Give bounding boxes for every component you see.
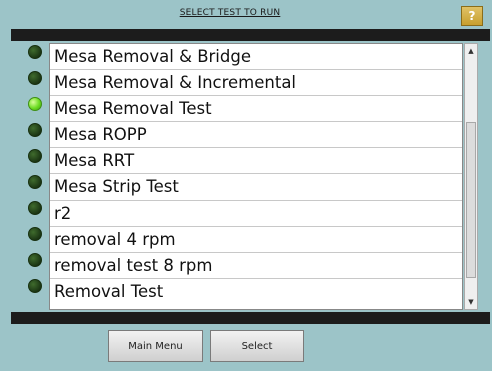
list-item[interactable]: removal 4 rpm [50, 227, 462, 253]
bottom-divider-bar [11, 312, 490, 324]
status-led-icon [28, 71, 42, 85]
list-item[interactable]: Mesa Removal & Bridge [50, 44, 462, 71]
scroll-thumb[interactable] [466, 122, 476, 278]
scroll-down-arrow-icon[interactable]: ▼ [466, 297, 476, 307]
status-led-icon [28, 279, 42, 293]
status-led-icon [28, 149, 42, 163]
status-led-icon [28, 227, 42, 241]
select-button[interactable]: Select [210, 330, 304, 362]
top-divider-bar [11, 29, 490, 41]
status-led-icon [28, 253, 42, 267]
main-menu-button[interactable]: Main Menu [108, 330, 203, 362]
list-item[interactable]: removal test 8 rpm [50, 253, 462, 279]
status-led-icon [28, 123, 42, 137]
status-led-icon [28, 97, 42, 111]
status-led-icon [28, 175, 42, 189]
help-button[interactable]: ? [461, 6, 483, 26]
page-title: SELECT TEST TO RUN [179, 8, 281, 18]
list-item[interactable]: Mesa Strip Test [50, 174, 462, 201]
list-item[interactable]: Mesa ROPP [50, 122, 462, 149]
test-list[interactable]: Mesa Removal & Bridge Mesa Removal & Inc… [49, 43, 463, 310]
status-led-icon [28, 45, 42, 59]
status-led-icon [28, 201, 42, 215]
scroll-up-arrow-icon[interactable]: ▲ [466, 46, 476, 56]
list-item[interactable]: Mesa RRT [50, 148, 462, 175]
list-scrollbar[interactable]: ▲ ▼ [464, 43, 478, 310]
list-item[interactable]: r2 [50, 201, 462, 227]
list-item[interactable]: Mesa Removal & Incremental [50, 70, 462, 97]
list-item[interactable]: Mesa Removal Test [50, 96, 462, 123]
list-item[interactable]: Removal Test [50, 279, 462, 305]
